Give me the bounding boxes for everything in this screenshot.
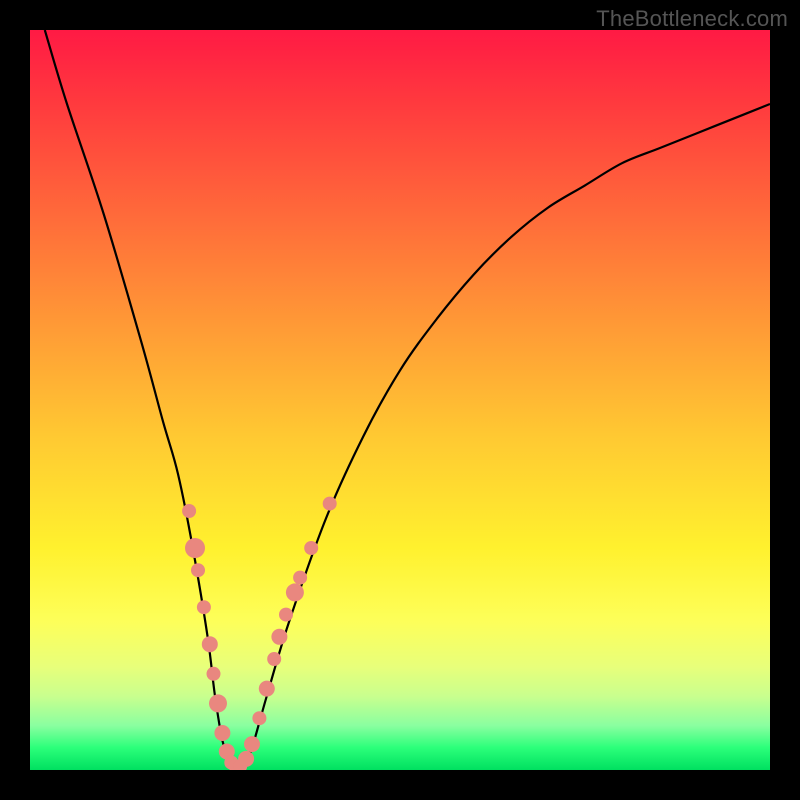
data-marker bbox=[238, 751, 254, 767]
data-marker bbox=[191, 563, 205, 577]
data-marker bbox=[185, 538, 205, 558]
data-marker bbox=[214, 725, 230, 741]
plot-area bbox=[30, 30, 770, 770]
data-marker bbox=[209, 694, 227, 712]
data-marker bbox=[197, 600, 211, 614]
data-marker bbox=[279, 608, 293, 622]
data-marker bbox=[259, 681, 275, 697]
data-markers bbox=[182, 497, 337, 770]
data-marker bbox=[202, 636, 218, 652]
data-marker bbox=[207, 667, 221, 681]
data-marker bbox=[304, 541, 318, 555]
data-marker bbox=[293, 571, 307, 585]
data-marker bbox=[267, 652, 281, 666]
data-marker bbox=[323, 497, 337, 511]
data-marker bbox=[252, 711, 266, 725]
data-marker bbox=[182, 504, 196, 518]
curve-svg bbox=[30, 30, 770, 770]
bottleneck-curve bbox=[45, 30, 770, 770]
data-marker bbox=[286, 583, 304, 601]
watermark-text: TheBottleneck.com bbox=[596, 6, 788, 32]
data-marker bbox=[271, 629, 287, 645]
data-marker bbox=[244, 736, 260, 752]
chart-frame: TheBottleneck.com bbox=[0, 0, 800, 800]
